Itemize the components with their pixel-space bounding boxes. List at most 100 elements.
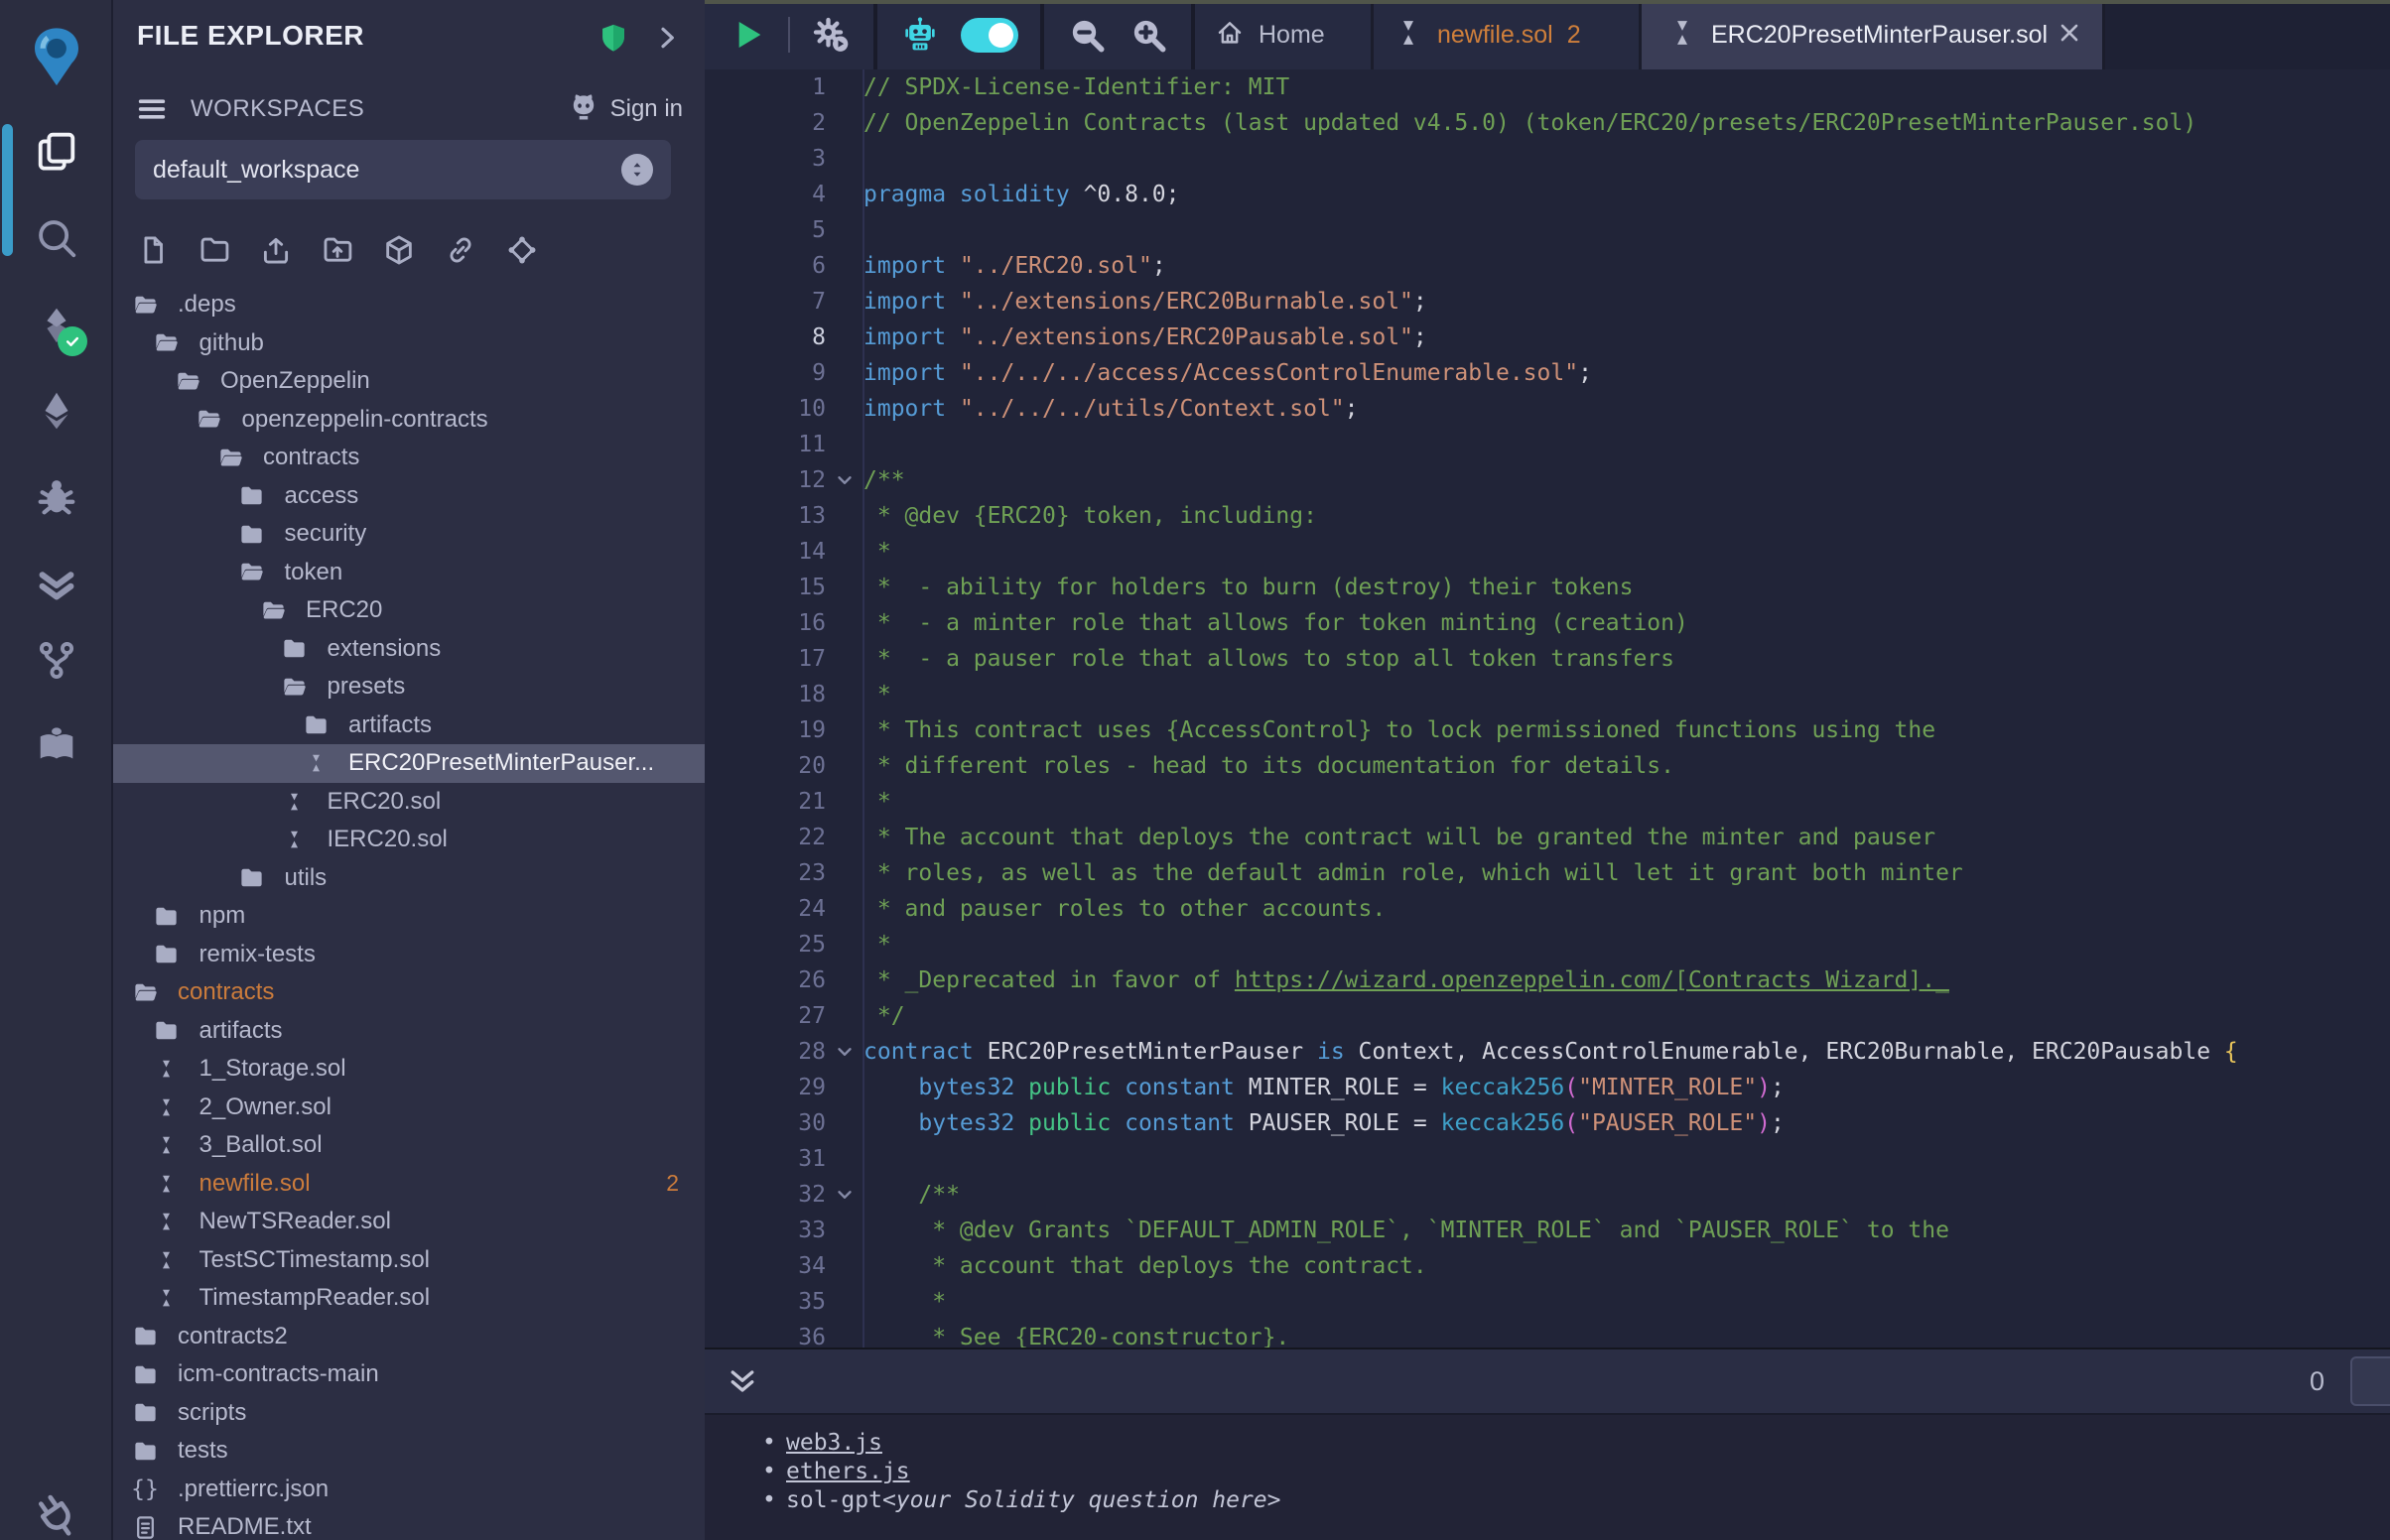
tree-row[interactable]: extensions [113, 630, 705, 669]
tree-row[interactable]: ERC20 [113, 591, 705, 630]
terminal-library-link[interactable]: ethers.js [786, 1458, 910, 1486]
fold-chevron-icon[interactable] [826, 462, 863, 498]
folder-open-icon [196, 406, 223, 433]
solidity-file-icon [281, 789, 309, 815]
folder-open-icon [259, 597, 287, 624]
tree-item-label: security [285, 520, 367, 548]
search-icon[interactable] [0, 215, 113, 261]
code-line: 11 [705, 427, 2390, 462]
new-folder-icon[interactable] [197, 230, 232, 270]
tree-row[interactable]: TimestampReader.sol [113, 1279, 705, 1318]
code-editor[interactable]: 1// SPDX-License-Identifier: MIT2// Open… [705, 69, 2390, 1348]
fold-chevron-icon[interactable] [826, 1177, 863, 1213]
tree-row[interactable]: 1_Storage.sol [113, 1050, 705, 1089]
tree-row[interactable]: contracts [113, 439, 705, 477]
tree-row[interactable]: github [113, 324, 705, 363]
tree-row[interactable]: access [113, 477, 705, 516]
tree-item-label: .prettierrc.json [178, 1476, 329, 1503]
tree-row[interactable]: icm-contracts-main [113, 1355, 705, 1394]
editor-region: Homenewfile.sol2 ERC20PresetMinterPauser.… [705, 0, 2390, 1540]
fold-gutter [826, 212, 863, 248]
ai-assistant-icon[interactable] [899, 14, 941, 56]
tree-row[interactable]: artifacts [113, 1012, 705, 1051]
tree-row[interactable]: OpenZeppelin [113, 362, 705, 401]
fold-gutter [826, 141, 863, 177]
tree-row[interactable]: TestSCTimestamp.sol [113, 1241, 705, 1280]
tree-item-label: NewTSReader.sol [199, 1208, 391, 1235]
workspace-select-toggle-icon[interactable] [621, 154, 653, 186]
link-icon[interactable] [443, 230, 478, 270]
fold-gutter [826, 1070, 863, 1105]
run-script-button[interactable] [727, 14, 768, 56]
tree-row[interactable]: openzeppelin-contracts [113, 401, 705, 440]
ipfs-box-icon[interactable] [381, 230, 417, 270]
tree-row[interactable]: {}.prettierrc.json [113, 1471, 705, 1509]
sign-in-button[interactable]: Sign in [610, 95, 683, 123]
plugin-manager-icon[interactable] [0, 1493, 113, 1539]
terminal-search-input[interactable] [2350, 1356, 2390, 1406]
code-line: 35 * [705, 1284, 2390, 1320]
close-tab-icon[interactable] [2057, 20, 2082, 51]
line-number: 28 [705, 1034, 826, 1070]
tree-row[interactable]: ERC20PresetMinterPauser... [113, 744, 705, 783]
tab-home[interactable]: Home [1195, 0, 1374, 69]
file-explorer-icon[interactable] [0, 128, 113, 174]
tree-row[interactable]: npm [113, 897, 705, 936]
solidity-file-icon [1667, 18, 1697, 53]
tree-row[interactable]: remix-tests [113, 936, 705, 974]
tree-row[interactable]: ERC20.sol [113, 783, 705, 822]
tab-newfile-sol[interactable]: newfile.sol2 [1374, 0, 1642, 69]
solidity-file-icon [153, 1247, 181, 1273]
tree-row[interactable]: contracts2 [113, 1318, 705, 1356]
git-clone-icon[interactable] [504, 230, 540, 270]
folder-icon [302, 711, 330, 738]
terminal-command-label: sol-gpt [786, 1486, 882, 1515]
tab-erc20presetminterpauser-sol[interactable]: ERC20PresetMinterPauser.sol [1642, 0, 2105, 69]
ai-copilot-toggle[interactable] [961, 18, 1018, 53]
tab-label: ERC20PresetMinterPauser.sol [1711, 21, 2048, 50]
tree-row[interactable]: token [113, 554, 705, 592]
debugger-icon[interactable] [0, 474, 113, 520]
learneth-icon[interactable] [0, 723, 113, 769]
tree-row[interactable]: utils [113, 859, 705, 898]
hamburger-menu-icon[interactable] [135, 92, 169, 126]
fold-gutter [826, 712, 863, 748]
new-file-icon[interactable] [135, 230, 171, 270]
folder-open-icon [238, 559, 266, 585]
tree-row[interactable]: NewTSReader.sol [113, 1203, 705, 1241]
workspace-select[interactable]: default_workspace [135, 140, 671, 199]
fold-chevron-icon[interactable] [826, 1034, 863, 1070]
tree-row[interactable]: security [113, 515, 705, 554]
tree-row[interactable]: presets [113, 668, 705, 706]
line-number: 16 [705, 605, 826, 641]
terminal-bar: 0 [705, 1349, 2390, 1415]
code-line: 16 * - a minter role that allows for tok… [705, 605, 2390, 641]
line-number: 18 [705, 677, 826, 712]
upload-folder-icon[interactable] [320, 230, 355, 270]
tree-row[interactable]: newfile.sol2 [113, 1165, 705, 1204]
tree-row[interactable]: contracts [113, 973, 705, 1012]
tree-row[interactable]: 3_Ballot.sol [113, 1126, 705, 1165]
tree-row[interactable]: scripts [113, 1394, 705, 1433]
unit-testing-icon[interactable] [0, 561, 113, 606]
tree-row[interactable]: 2_Owner.sol [113, 1089, 705, 1127]
tree-row[interactable]: README.txt [113, 1508, 705, 1540]
zoom-out-button[interactable] [1066, 14, 1108, 56]
solidity-compiler-icon[interactable] [0, 303, 113, 348]
code-line: 29 bytes32 public constant MINTER_ROLE =… [705, 1070, 2390, 1105]
zoom-in-button[interactable] [1128, 14, 1169, 56]
upload-file-icon[interactable] [258, 230, 294, 270]
tree-row[interactable]: IERC20.sol [113, 821, 705, 859]
chevron-right-icon[interactable] [651, 22, 683, 59]
solidity-file-icon [153, 1132, 181, 1158]
remix-logo-icon[interactable] [0, 24, 113, 89]
tree-row[interactable]: artifacts [113, 706, 705, 745]
code-line: 30 bytes32 public constant PAUSER_ROLE =… [705, 1105, 2390, 1141]
expand-terminal-icon[interactable] [725, 1363, 760, 1399]
tree-row[interactable]: tests [113, 1432, 705, 1471]
tree-row[interactable]: .deps [113, 286, 705, 324]
git-icon[interactable] [0, 637, 113, 683]
terminal-library-link[interactable]: web3.js [786, 1429, 882, 1458]
deploy-run-icon[interactable] [0, 388, 113, 434]
compile-run-icon[interactable] [810, 14, 852, 56]
